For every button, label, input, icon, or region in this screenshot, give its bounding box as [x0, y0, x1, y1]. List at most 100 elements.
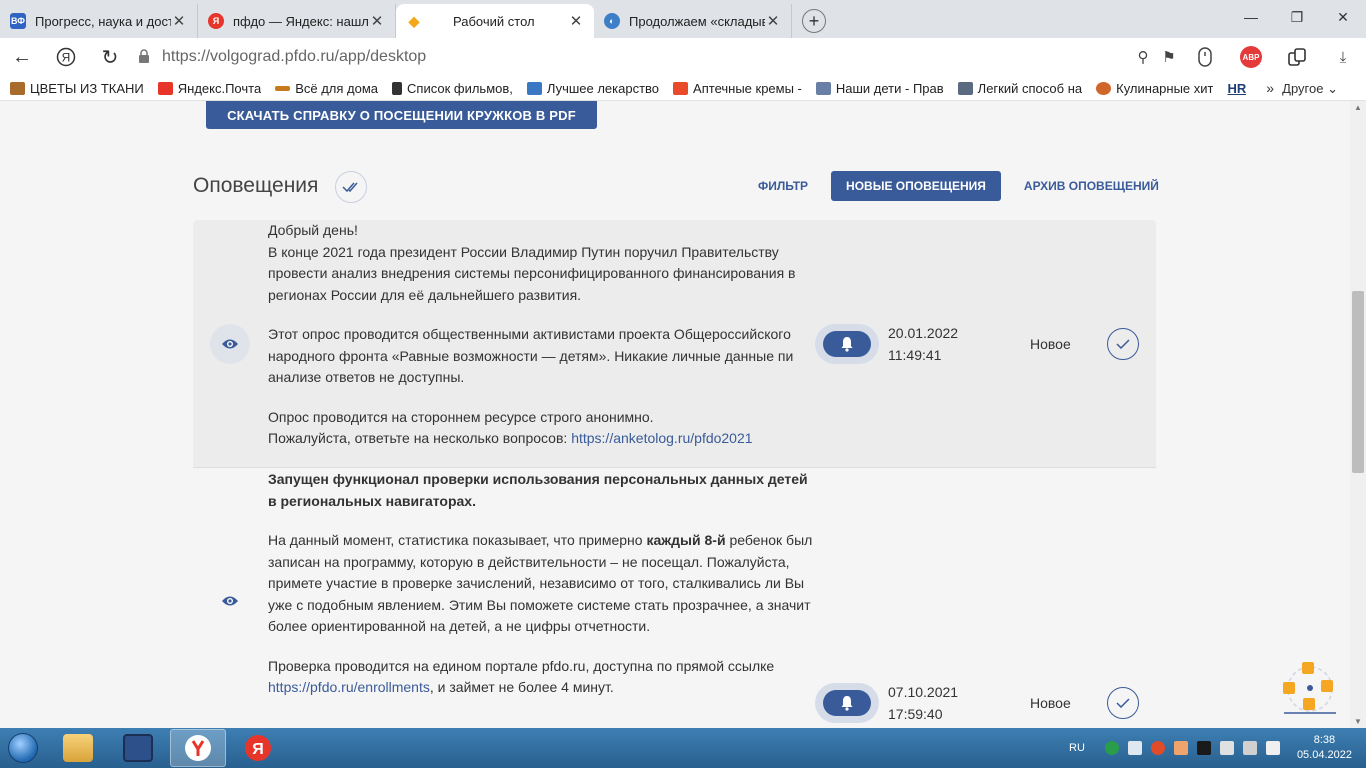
page-scrollbar[interactable]: ▲ ▼ [1350, 101, 1366, 728]
bookmark-label: HR [1227, 80, 1247, 96]
folder-icon [63, 734, 93, 762]
notification-type-badge [815, 324, 879, 364]
tab-close-icon[interactable]: ✕ [568, 12, 584, 30]
bookmark-favicon-icon [1096, 81, 1112, 95]
bookmark-flag-icon[interactable]: ⚑ [1156, 48, 1182, 66]
bookmark-item[interactable]: Аптечные кремы - [673, 81, 802, 96]
bookmark-label: Лучшее лекарство [546, 80, 660, 96]
bookmark-item[interactable]: Всё для дома [275, 81, 378, 96]
clock[interactable]: 8:38 05.04.2022 [1297, 733, 1352, 763]
scrollbar-thumb[interactable] [1352, 291, 1364, 473]
display-icon[interactable] [1196, 741, 1211, 755]
tab-desktop[interactable]: ◆ Рабочий стол ✕ [396, 4, 594, 38]
tab-title: Рабочий стол [453, 13, 535, 29]
windows-logo-icon [8, 733, 38, 763]
taskbar-yandex[interactable]: Я [230, 729, 286, 767]
taskbar-save-app[interactable] [110, 729, 166, 767]
view-button[interactable] [210, 581, 250, 621]
enrollments-link[interactable]: https://pfdo.ru/enrollments [268, 679, 430, 695]
message-bold-text: каждый 8-й [646, 532, 726, 548]
support-widget-icon[interactable] [1282, 661, 1338, 717]
mark-all-read-button[interactable] [335, 171, 367, 203]
tab-title: Прогресс, наука и достиж [35, 13, 171, 29]
bookmark-label: Список фильмов, [407, 80, 513, 96]
adblock-icon[interactable]: ABP [1228, 46, 1274, 68]
message-greeting: Добрый день! [268, 222, 358, 238]
security-icon[interactable] [1104, 741, 1119, 755]
mail-favicon-icon [157, 81, 173, 95]
bookmark-favicon-icon [392, 81, 403, 95]
bookmark-item[interactable]: Наши дети - Прав [815, 81, 944, 96]
battery-icon[interactable] [1265, 741, 1280, 755]
tab-title: Продолжаем «складыватв [629, 13, 765, 29]
bookmarks-more-button[interactable]: » [1266, 80, 1274, 96]
scroll-down-icon[interactable]: ▼ [1354, 717, 1362, 726]
notification-message: Запущен функционал проверки использовани… [268, 469, 813, 699]
network-icon[interactable] [1127, 741, 1142, 755]
close-window-icon[interactable]: ✕ [1320, 0, 1366, 34]
clock-date: 05.04.2022 [1296, 749, 1352, 761]
notification-datetime: 20.01.2022 11:49:41 [888, 322, 958, 366]
bookmark-item[interactable]: Яндекс.Почта [157, 80, 262, 96]
yandex-home-icon[interactable]: Я [44, 38, 88, 76]
url-field[interactable]: https://volgograd.pfdo.ru/app/desktop [162, 48, 1130, 66]
survey-link[interactable]: https://anketolog.ru/pfdo2021 [571, 430, 752, 446]
download-pdf-button[interactable]: СКАЧАТЬ СПРАВКУ О ПОСЕЩЕНИИ КРУЖКОВ В PD… [206, 101, 597, 129]
volume-icon[interactable] [1173, 741, 1188, 755]
double-check-icon [342, 182, 358, 193]
speaker-icon[interactable] [1242, 741, 1257, 755]
bookmark-item[interactable]: Кулинарные хит [1096, 81, 1213, 96]
translate-icon[interactable]: ⚲ [1130, 48, 1156, 66]
bell-pill [823, 690, 871, 716]
message-title: Запущен функционал проверки использовани… [268, 469, 813, 512]
tab-continue[interactable]: ◐ Продолжаем «складыватв ✕ [594, 4, 792, 38]
lock-icon [138, 48, 152, 66]
back-arrow-icon[interactable]: ← [0, 38, 44, 76]
mark-read-button[interactable] [1107, 328, 1139, 360]
tab-filter[interactable]: ФИЛЬТР [740, 171, 826, 201]
message-paragraph: На данный момент, статистика показывает,… [268, 530, 813, 638]
notification-tabs: ФИЛЬТР НОВЫЕ ОПОВЕЩЕНИЯ АРХИВ ОПОВЕЩЕНИЙ [740, 171, 1177, 201]
bookmark-item[interactable]: Список фильмов, [392, 81, 513, 96]
tab-archive[interactable]: АРХИВ ОПОВЕЩЕНИЙ [1006, 171, 1177, 201]
bookmark-item[interactable]: ЦВЕТЫ ИЗ ТКАНИ [10, 81, 144, 96]
bookmark-item[interactable]: HR [1227, 81, 1246, 96]
tab-close-icon[interactable]: ✕ [765, 12, 781, 30]
tab-new-notifications[interactable]: НОВЫЕ ОПОВЕЩЕНИЯ [831, 171, 1001, 201]
bookmarks-other-button[interactable]: Другое ⌄ [1282, 81, 1338, 97]
reload-icon[interactable]: ↻ [88, 38, 132, 76]
notification-date: 07.10.2021 [888, 684, 959, 700]
extensions-icon[interactable] [1274, 47, 1320, 67]
mark-read-button[interactable] [1107, 687, 1139, 719]
bookmark-label: Кулинарные хит [1116, 80, 1214, 96]
tab-close-icon[interactable]: ✕ [369, 12, 385, 30]
start-button[interactable] [0, 728, 46, 768]
tab-progress[interactable]: ВФ Прогресс, наука и достиж ✕ [0, 4, 198, 38]
restore-icon[interactable]: ❐ [1274, 0, 1320, 34]
tab-yandex-search[interactable]: Я пфдо — Яндекс: нашлось ✕ [198, 4, 396, 38]
bookmark-label: Яндекс.Почта [177, 80, 262, 96]
minimize-icon[interactable]: — [1228, 0, 1274, 34]
bookmark-favicon-icon [673, 81, 689, 95]
notification-datetime: 07.10.2021 17:59:40 [888, 681, 958, 725]
bell-icon [841, 337, 853, 352]
new-tab-button[interactable]: + [802, 9, 826, 33]
language-indicator[interactable]: RU [1069, 742, 1085, 754]
antivirus-icon[interactable] [1150, 741, 1165, 755]
scroll-up-icon[interactable]: ▲ [1354, 103, 1362, 112]
tab-close-icon[interactable]: ✕ [171, 12, 187, 30]
download-icon[interactable]: ⤓ [1320, 49, 1366, 66]
bookmark-label: Легкий способ на [977, 80, 1083, 96]
site-favicon-icon: ◐ [604, 13, 620, 29]
taskbar-explorer[interactable] [50, 729, 106, 767]
bookmark-item[interactable]: Лучшее лекарство [526, 80, 660, 96]
bookmark-item[interactable]: Легкий способ на [957, 80, 1083, 96]
keyboard-icon[interactable] [1219, 741, 1234, 755]
message-text: Пожалуйста, ответьте на несколько вопрос… [268, 430, 572, 446]
message-text: На данный момент, статистика показывает,… [268, 532, 647, 548]
view-button[interactable] [210, 324, 250, 364]
window-controls: — ❐ ✕ [1228, 0, 1366, 34]
clock-time: 8:38 [1313, 734, 1336, 746]
protect-icon[interactable] [1182, 47, 1228, 67]
taskbar-yandex-browser[interactable] [170, 729, 226, 767]
